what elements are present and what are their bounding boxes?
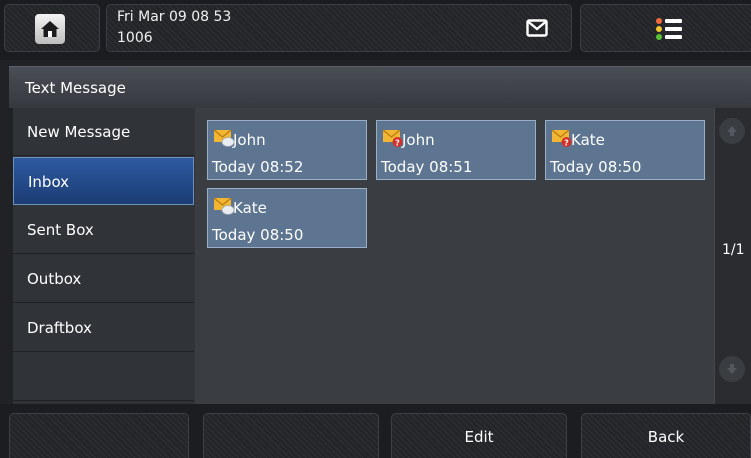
page-title: Text Message: [25, 79, 126, 97]
nav-item-new-message[interactable]: New Message: [13, 108, 194, 156]
message-time: Today 08:50: [212, 226, 304, 244]
nav-item-label: Draftbox: [27, 319, 92, 337]
date-time: Fri Mar 09 08 53: [117, 9, 232, 25]
softkey-label: Edit: [464, 428, 494, 446]
nav-item-label: New Message: [27, 123, 131, 141]
message-folder-nav: New Message Inbox Sent Box Outbox Draftb…: [13, 108, 195, 404]
message-time: Today 08:51: [381, 158, 473, 176]
unread-envelope-icon: ?: [551, 128, 573, 152]
menu-button[interactable]: [580, 4, 751, 52]
message-time: Today 08:52: [212, 158, 304, 176]
nav-item-label: Outbox: [27, 270, 82, 288]
svg-text:?: ?: [395, 139, 400, 148]
page-scroll-column: 1/1: [714, 108, 751, 404]
message-time: Today 08:50: [550, 158, 642, 176]
nav-item-inbox[interactable]: Inbox: [13, 157, 194, 205]
nav-item-draftbox[interactable]: Draftbox: [13, 304, 194, 352]
account-extension: 1006: [117, 30, 153, 46]
page-indicator: 1/1: [722, 242, 745, 258]
softkey-bar: Edit Back: [0, 404, 751, 458]
softkey-1[interactable]: [9, 413, 189, 458]
read-envelope-icon: [213, 196, 235, 220]
home-button[interactable]: [4, 4, 100, 52]
nav-item-empty: [13, 353, 194, 401]
message-tile[interactable]: ? Kate Today 08:50: [545, 120, 705, 180]
home-icon: [35, 14, 65, 44]
message-tile[interactable]: Kate Today 08:50: [207, 188, 367, 248]
mail-icon[interactable]: [526, 19, 548, 41]
nav-item-outbox[interactable]: Outbox: [13, 255, 194, 303]
read-envelope-icon: [213, 128, 235, 152]
back-button[interactable]: Back: [581, 413, 751, 458]
message-tile[interactable]: ? John Today 08:51: [376, 120, 536, 180]
message-sender: Kate: [571, 131, 605, 149]
scroll-up-icon[interactable]: [719, 118, 745, 144]
edit-button[interactable]: Edit: [391, 413, 567, 458]
message-sender: John: [402, 131, 435, 149]
scroll-down-icon[interactable]: [719, 356, 745, 382]
nav-item-label: Sent Box: [27, 221, 94, 239]
unread-envelope-icon: ?: [382, 128, 404, 152]
message-sender: John: [233, 131, 266, 149]
softkey-label: Back: [647, 428, 685, 446]
message-sender: Kate: [233, 199, 267, 217]
status-info: Fri Mar 09 08 53 1006: [106, 4, 572, 52]
softkey-2[interactable]: [203, 413, 379, 458]
inbox-message-grid: John Today 08:52 ? John Today 08:51 ? Ka…: [195, 108, 714, 404]
nav-item-label: Inbox: [28, 173, 70, 191]
status-bar: Fri Mar 09 08 53 1006: [0, 0, 751, 60]
svg-text:?: ?: [564, 139, 569, 148]
menu-list-icon: [655, 17, 683, 45]
screen-title-bar: Text Message: [9, 66, 751, 108]
message-tile[interactable]: John Today 08:52: [207, 120, 367, 180]
nav-item-sent-box[interactable]: Sent Box: [13, 206, 194, 254]
